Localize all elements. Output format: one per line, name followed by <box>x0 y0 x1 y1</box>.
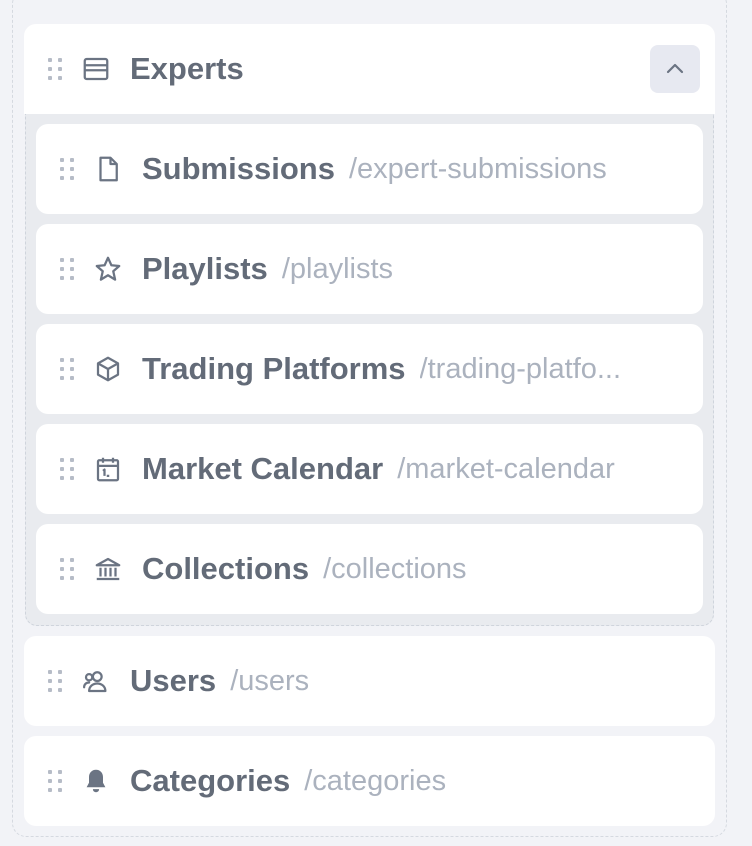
menu-item-path: /playlists <box>281 252 394 285</box>
collapse-button[interactable] <box>650 45 700 93</box>
menu-item-collections[interactable]: Collections /collections <box>36 524 703 614</box>
menu-item-users[interactable]: Users /users <box>24 636 715 726</box>
menu-item-path: /market-calendar <box>397 452 615 485</box>
menu-item-path: /trading-platfo... <box>419 352 622 385</box>
menu-group-label: Experts <box>130 51 244 86</box>
drag-handle[interactable] <box>60 558 74 580</box>
star-icon <box>92 253 124 285</box>
menu-group-experts[interactable]: Experts <box>24 24 715 114</box>
menu-item-label: Categories <box>130 763 291 798</box>
menu-item-label: Submissions <box>142 151 335 186</box>
menu-item-path: /expert-submissions <box>348 152 607 185</box>
drag-handle[interactable] <box>60 458 74 480</box>
menu-item-categories[interactable]: Categories /categories <box>24 736 715 826</box>
menu-item-label: Trading Platforms <box>142 351 406 386</box>
menu-item-trading-platforms[interactable]: Trading Platforms /trading-platfo... <box>36 324 703 414</box>
menu-item-label: Users <box>130 663 217 698</box>
menu-item-path: /users <box>230 664 310 697</box>
panel-icon <box>80 53 112 85</box>
bank-icon <box>92 553 124 585</box>
menu-item-path: /collections <box>323 552 467 585</box>
menu-item-market-calendar[interactable]: Market Calendar /market-calendar <box>36 424 703 514</box>
menu-item-path: /categories <box>304 764 447 797</box>
drag-handle[interactable] <box>60 158 74 180</box>
drag-handle[interactable] <box>48 58 62 80</box>
bell-icon <box>80 765 112 797</box>
menu-item-submissions[interactable]: Submissions /expert-submissions <box>36 124 703 214</box>
users-icon <box>80 665 112 697</box>
drag-handle[interactable] <box>60 258 74 280</box>
menu-item-playlists[interactable]: Playlists /playlists <box>36 224 703 314</box>
menu-item-label: Collections <box>142 551 310 586</box>
menu-item-label: Playlists <box>142 251 268 286</box>
drag-handle[interactable] <box>60 358 74 380</box>
cube-icon <box>92 353 124 385</box>
drag-handle[interactable] <box>48 770 62 792</box>
calendar-icon <box>92 453 124 485</box>
file-icon <box>92 153 124 185</box>
menu-item-label: Market Calendar <box>142 451 384 486</box>
drag-handle[interactable] <box>48 670 62 692</box>
chevron-up-icon <box>666 63 684 74</box>
